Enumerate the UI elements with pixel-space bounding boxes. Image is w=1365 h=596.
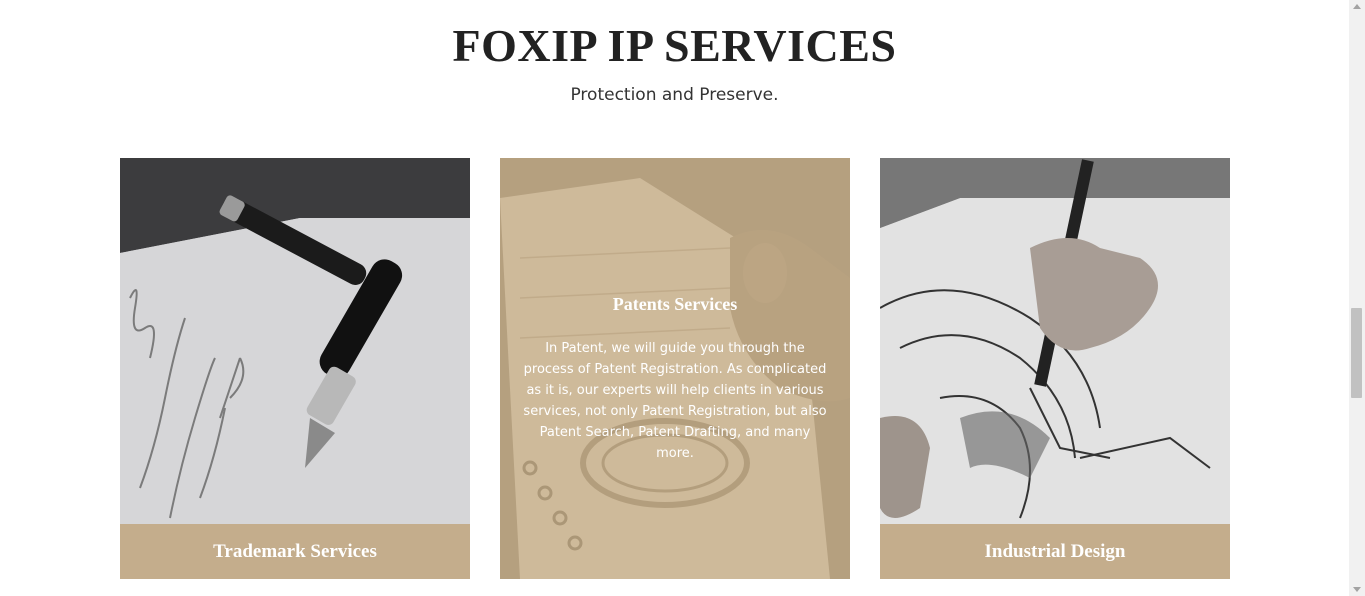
- card-label-bar: Trademark Services: [120, 524, 470, 579]
- card-overlay-title: Patents Services: [612, 294, 738, 314]
- service-card-industrial-design[interactable]: Industrial Design: [880, 158, 1230, 579]
- page: FOXIP IP SERVICES Protection and Preserv…: [0, 0, 1349, 596]
- card-hover-overlay: Patents Services In Patent, we will guid…: [500, 158, 850, 579]
- scroll-down-arrow-icon[interactable]: [1353, 587, 1361, 592]
- card-label: Industrial Design: [984, 540, 1126, 562]
- pen-on-paper-photo: [120, 158, 470, 579]
- card-label: Trademark Services: [213, 540, 377, 562]
- scrollbar-thumb[interactable]: [1351, 308, 1362, 398]
- service-card-patents[interactable]: Patents Services In Patent, we will guid…: [500, 158, 850, 579]
- design-sketch-photo: [880, 158, 1230, 579]
- page-scrollbar[interactable]: [1349, 0, 1365, 596]
- scroll-up-arrow-icon[interactable]: [1353, 4, 1361, 9]
- card-overlay-description: In Patent, we will guide you through the…: [523, 341, 827, 461]
- page-title: FOXIP IP SERVICES: [452, 20, 897, 71]
- page-subtitle: Protection and Preserve.: [570, 85, 779, 105]
- card-label-bar: Industrial Design: [880, 524, 1230, 579]
- service-card-trademark[interactable]: Trademark Services: [120, 158, 470, 579]
